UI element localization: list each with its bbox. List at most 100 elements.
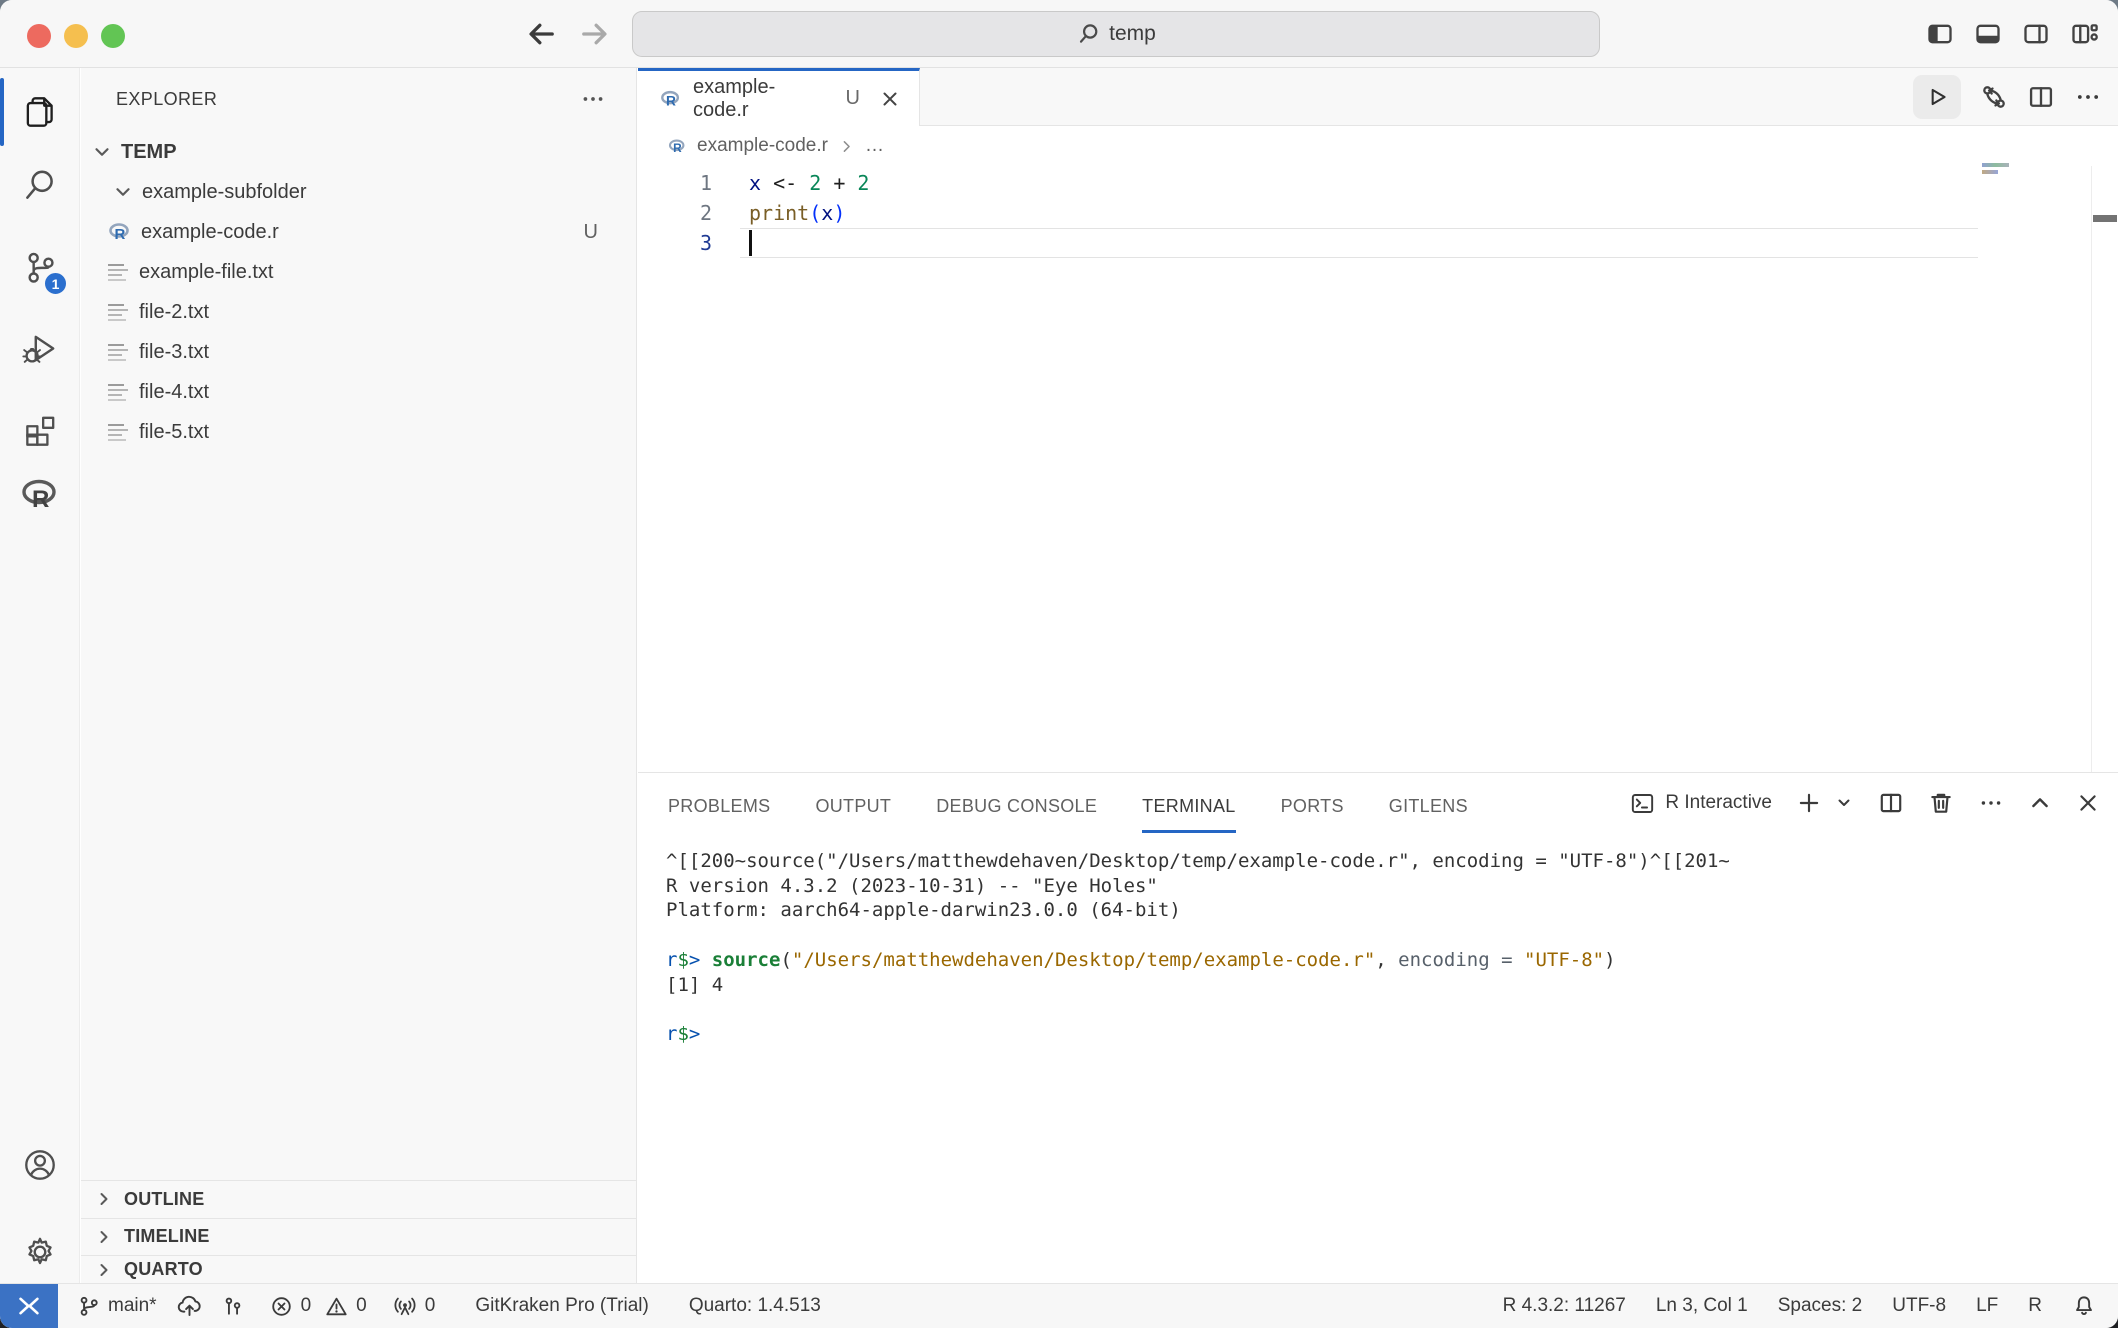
tab-example-code[interactable]: R example-code.r U <box>638 68 920 126</box>
remote-indicator[interactable] <box>0 1284 58 1328</box>
toggle-primary-sidebar-icon[interactable] <box>1926 20 1954 48</box>
scm-badge: 1 <box>43 271 68 296</box>
terminal-profile[interactable]: R Interactive <box>1630 791 1772 816</box>
eol-status[interactable]: LF <box>1976 1295 1998 1317</box>
indentation-status[interactable]: Spaces: 2 <box>1778 1295 1863 1317</box>
split-terminal-icon[interactable] <box>1878 790 1904 816</box>
txt-file-icon <box>108 341 130 363</box>
scrollbar-track[interactable] <box>2091 166 2092 772</box>
quarto-status[interactable]: Quarto: 1.4.513 <box>689 1295 821 1317</box>
split-editor-icon[interactable] <box>2027 83 2055 111</box>
publish-changes-icon[interactable] <box>177 1294 202 1319</box>
panel-more-actions-icon[interactable] <box>1978 790 2004 816</box>
tree-item-example-file[interactable]: example-file.txt <box>81 252 636 292</box>
ports-status[interactable]: 0 <box>393 1294 436 1318</box>
breadcrumb-file[interactable]: example-code.r <box>697 135 828 157</box>
svg-text:R: R <box>666 93 676 108</box>
close-panel-icon[interactable] <box>2076 791 2100 815</box>
tree-item-file-4[interactable]: file-4.txt <box>81 372 636 412</box>
tab-ports[interactable]: PORTS <box>1281 779 1344 833</box>
svg-text:R: R <box>673 141 682 155</box>
notifications-bell-icon[interactable] <box>2072 1294 2096 1318</box>
minimize-window-button[interactable] <box>64 24 88 48</box>
toggle-secondary-sidebar-icon[interactable] <box>2022 20 2050 48</box>
code-line-3: 3 <box>638 228 2118 258</box>
problems-status[interactable]: 0 0 <box>270 1295 367 1318</box>
chevron-right-icon <box>94 1227 114 1247</box>
zoom-window-button[interactable] <box>101 24 125 48</box>
r-version-status[interactable]: R 4.3.2: 11267 <box>1503 1295 1626 1317</box>
terminal-line: R version 4.3.2 (2023-10-31) -- "Eye Hol… <box>666 874 2098 899</box>
command-center-search[interactable]: temp <box>632 11 1600 57</box>
account-icon[interactable] <box>16 1141 64 1189</box>
active-view-indicator <box>0 78 4 146</box>
txt-file-icon <box>108 301 130 323</box>
chevron-down-icon <box>112 181 134 203</box>
r-view-icon[interactable]: R <box>16 471 64 519</box>
maximize-panel-chevron-icon[interactable] <box>2028 791 2052 815</box>
r-file-icon: R <box>660 88 682 110</box>
encoding-status[interactable]: UTF-8 <box>1892 1295 1946 1317</box>
code-editor[interactable]: 1 x <- 2 + 2 2 print(x) 3 <box>638 166 2118 772</box>
chevron-right-icon <box>94 1260 114 1280</box>
run-debug-view-icon[interactable] <box>16 325 64 373</box>
terminal-output[interactable]: ^[[200~source("/Users/matthewdehaven/Des… <box>666 849 2098 1283</box>
tab-problems[interactable]: PROBLEMS <box>668 779 770 833</box>
explorer-more-actions-icon[interactable] <box>580 86 606 112</box>
forward-button[interactable] <box>578 18 610 50</box>
settings-gear-icon[interactable] <box>16 1228 64 1276</box>
chevron-right-icon <box>94 1189 114 1209</box>
line-number-active: 3 <box>638 228 749 258</box>
vscode-window: temp 1 <box>0 0 2118 1328</box>
branch-status[interactable]: main* <box>78 1295 157 1317</box>
search-view-icon[interactable] <box>16 161 64 209</box>
svg-text:R: R <box>115 226 126 243</box>
tree-item-subfolder[interactable]: example-subfolder <box>81 172 636 212</box>
gitkraken-status[interactable]: GitKraken Pro (Trial) <box>475 1295 649 1317</box>
terminal-dropdown-chevron-icon[interactable] <box>1834 793 1854 813</box>
text-cursor <box>749 230 752 256</box>
editor-more-actions-icon[interactable] <box>2074 83 2102 111</box>
title-bar: temp <box>0 0 2118 68</box>
tab-close-icon[interactable] <box>879 88 901 110</box>
file-label: file-2.txt <box>139 301 209 324</box>
r-file-icon: R <box>108 220 132 244</box>
section-quarto[interactable]: QUARTO <box>81 1255 636 1283</box>
tree-item-file-3[interactable]: file-3.txt <box>81 332 636 372</box>
terminal-prompt: r$> <box>666 1022 2098 1047</box>
kill-terminal-trash-icon[interactable] <box>1928 790 1954 816</box>
commit-graph-icon[interactable] <box>222 1295 244 1317</box>
tab-output[interactable]: OUTPUT <box>815 779 891 833</box>
tab-terminal[interactable]: TERMINAL <box>1142 779 1235 833</box>
run-source-button[interactable] <box>1913 75 1961 119</box>
tree-item-file-5[interactable]: file-5.txt <box>81 412 636 452</box>
section-timeline[interactable]: TIMELINE <box>81 1218 636 1256</box>
new-terminal-icon[interactable] <box>1796 790 1822 816</box>
toggle-panel-icon[interactable] <box>1974 20 2002 48</box>
section-outline[interactable]: OUTLINE <box>81 1180 636 1218</box>
tab-gitlens[interactable]: GITLENS <box>1389 779 1468 833</box>
tree-item-example-code[interactable]: R example-code.r U <box>81 212 636 252</box>
breadcrumb[interactable]: R example-code.r … <box>638 126 2118 166</box>
source-control-view-icon[interactable]: 1 <box>16 244 64 292</box>
txt-file-icon <box>108 261 130 283</box>
back-button[interactable] <box>526 18 558 50</box>
close-window-button[interactable] <box>27 24 51 48</box>
file-label: file-4.txt <box>139 381 209 404</box>
tree-item-file-2[interactable]: file-2.txt <box>81 292 636 332</box>
explorer-view-icon[interactable] <box>16 88 64 136</box>
file-label: file-3.txt <box>139 341 209 364</box>
open-changes-icon[interactable] <box>1980 83 2008 111</box>
cursor-position-status[interactable]: Ln 3, Col 1 <box>1656 1295 1748 1317</box>
tree-root-temp[interactable]: TEMP <box>81 132 636 172</box>
extensions-view-icon[interactable] <box>16 407 64 455</box>
tab-label: example-code.r <box>693 76 831 122</box>
language-mode-status[interactable]: R <box>2028 1295 2042 1317</box>
editor-tab-bar: R example-code.r U <box>638 68 2118 126</box>
r-file-icon: R <box>668 137 687 156</box>
tab-debug-console[interactable]: DEBUG CONSOLE <box>936 779 1097 833</box>
git-branch-icon <box>78 1295 100 1317</box>
customize-layout-icon[interactable] <box>2070 20 2098 48</box>
section-label: OUTLINE <box>124 1189 204 1210</box>
breadcrumb-symbol[interactable]: … <box>865 135 884 157</box>
